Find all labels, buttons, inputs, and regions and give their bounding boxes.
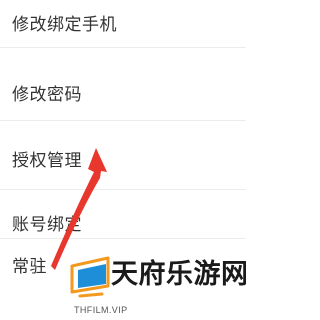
settings-item-label: 修改绑定手机 [12, 14, 117, 35]
settings-item-change-password[interactable]: 修改密码 [0, 72, 246, 112]
settings-item-label: 修改密码 [12, 84, 82, 105]
settings-item-authorization-management[interactable]: 授权管理 [0, 138, 246, 178]
divider [0, 238, 246, 239]
divider [0, 120, 246, 121]
divider [0, 47, 246, 48]
divider [0, 189, 246, 190]
settings-item-account-binding[interactable]: 账号绑定 [0, 202, 246, 242]
settings-screen: 修改绑定手机 修改密码 授权管理 账号绑定 常驻 天府乐游网 THFILM.VI… [0, 0, 246, 320]
settings-item-label: 账号绑定 [12, 214, 82, 235]
settings-item-change-phone[interactable]: 修改绑定手机 [0, 4, 246, 40]
settings-item-label: 常驻 [12, 256, 47, 277]
watermark-title: 天府乐游网 [111, 259, 246, 290]
watermark: 天府乐游网 THFILM.VIP [64, 250, 246, 320]
settings-item-label: 授权管理 [12, 150, 82, 171]
watermark-subtitle: THFILM.VIP [74, 305, 128, 315]
monitor-logo-icon [70, 256, 110, 298]
